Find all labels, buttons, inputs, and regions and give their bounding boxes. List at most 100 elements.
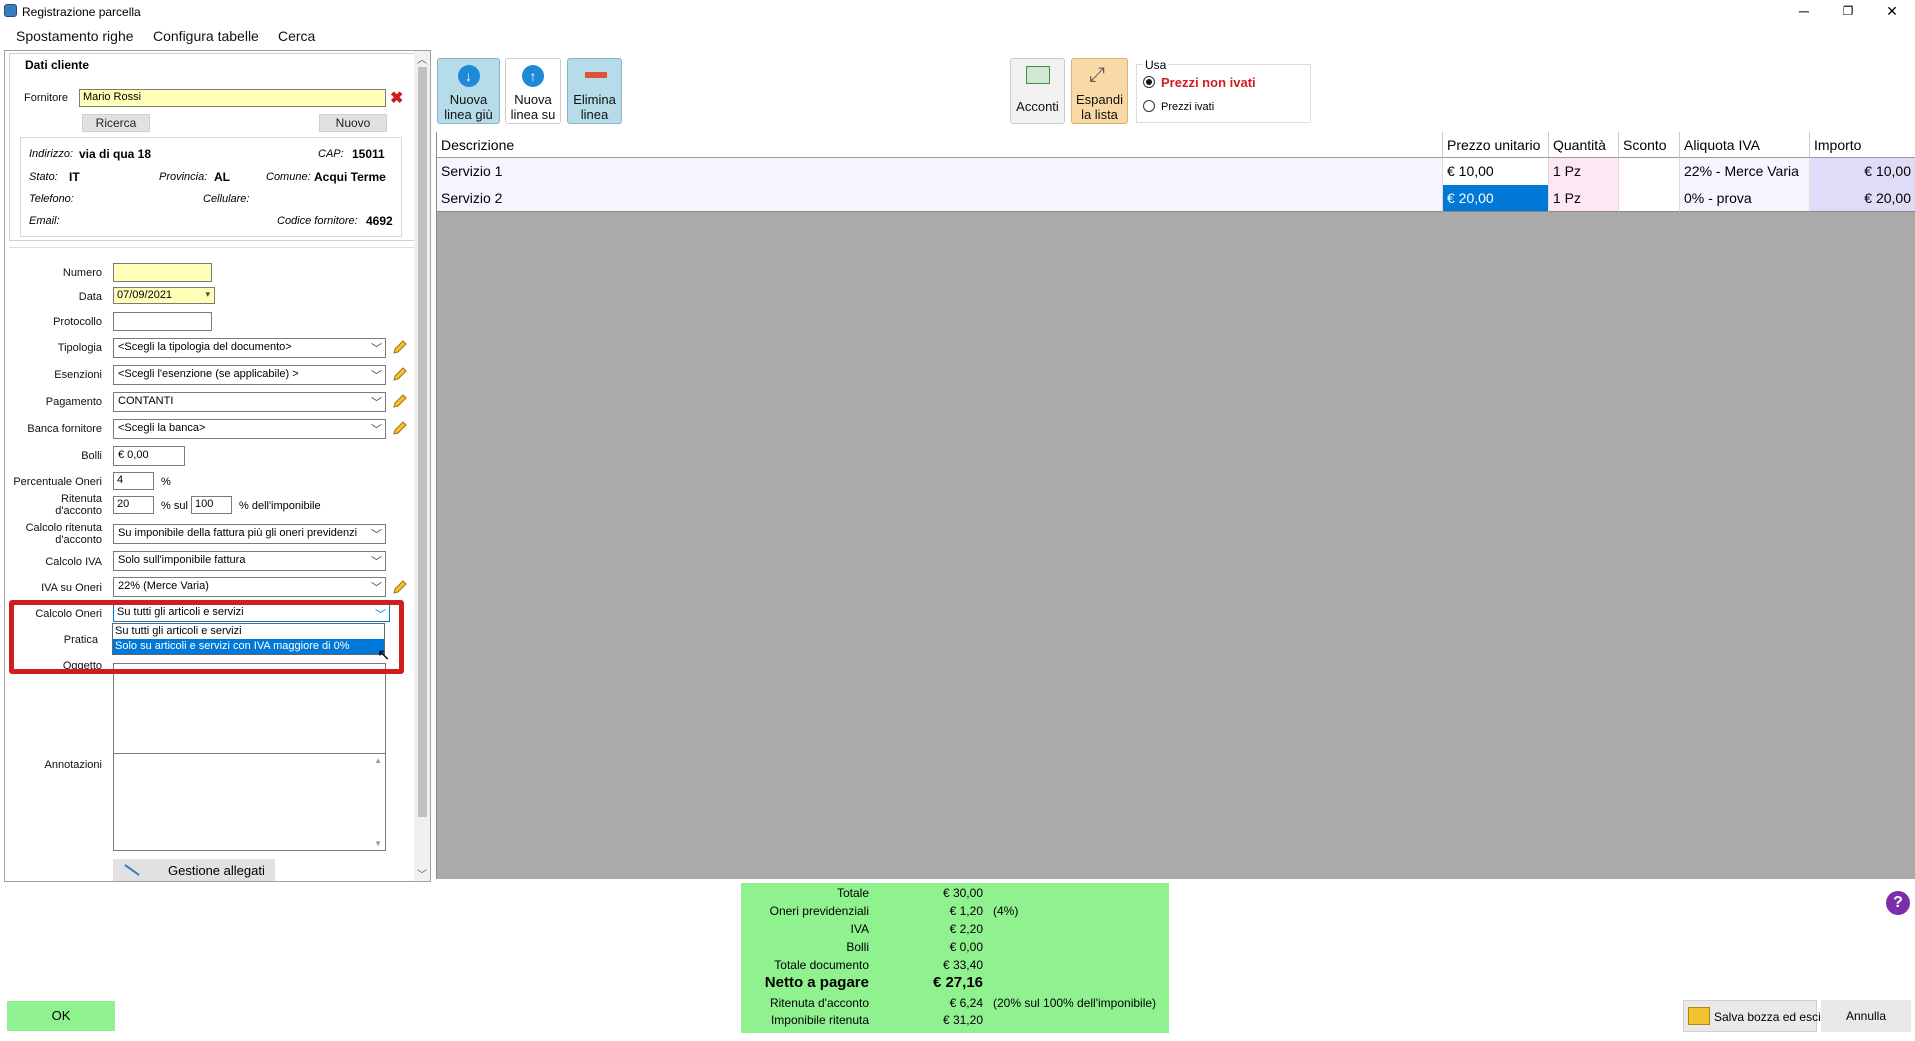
table-cell[interactable] <box>1619 158 1680 185</box>
annulla-button[interactable]: Annulla <box>1821 1000 1911 1032</box>
menu-spostamento-righe[interactable]: Spostamento righe <box>16 28 134 44</box>
scrollbar-thumb[interactable] <box>418 67 427 817</box>
table-cell[interactable]: Servizio 2 <box>437 185 1443 212</box>
banca-label: Banca fornitore <box>27 423 102 435</box>
calcolo-iva-select[interactable]: Solo sull'imponibile fattura ﹀ <box>113 551 386 571</box>
esenzioni-select[interactable]: <Scegli l'esenzione (se applicabile) > ﹀ <box>113 365 386 385</box>
calendar-dropdown-icon[interactable]: ▾ <box>205 289 210 300</box>
table-cell-selected[interactable]: € 20,00 <box>1443 185 1549 212</box>
tipologia-label: Tipologia <box>57 342 102 354</box>
bolli-label: Bolli <box>81 450 102 462</box>
table-cell[interactable]: 0% - prova <box>1680 185 1810 212</box>
nuova-linea-giu-label: Nuova linea giù <box>438 92 499 122</box>
oneri-note: (4%) <box>993 904 1019 918</box>
nuovo-button[interactable]: Nuovo <box>319 114 387 132</box>
scroll-down-icon[interactable]: ﹀ <box>417 866 427 881</box>
salva-bozza-button[interactable]: Salva bozza ed esci <box>1683 1000 1821 1032</box>
iva-value: € 2,20 <box>949 922 983 936</box>
table-cell[interactable]: € 10,00 <box>1443 158 1549 185</box>
prezzi-ivati-label[interactable]: Prezzi ivati <box>1161 101 1214 113</box>
nuova-linea-giu-button[interactable]: ↓ Nuova linea giù <box>437 58 500 124</box>
data-input[interactable]: 07/09/2021 ▾ <box>113 287 215 304</box>
radio-prezzi-ivati[interactable] <box>1143 100 1155 112</box>
client-section-title: Dati cliente <box>25 58 90 72</box>
annotazioni-label: Annotazioni <box>44 759 103 771</box>
usa-label: Usa <box>1143 58 1169 72</box>
chevron-down-icon: ﹀ <box>371 424 382 436</box>
totale-value: € 30,00 <box>942 886 983 900</box>
numero-input[interactable] <box>113 263 212 282</box>
nuova-linea-giu-label-line2: linea giù <box>444 107 493 122</box>
ok-button[interactable]: OK <box>7 1001 115 1031</box>
iva-oneri-label: IVA su Oneri <box>41 582 102 594</box>
cap-value: 15011 <box>352 147 385 161</box>
nuova-linea-su-button[interactable]: ↑ Nuova linea su <box>505 58 561 124</box>
fornitore-input[interactable]: Mario Rossi <box>79 89 386 107</box>
menu-cerca[interactable]: Cerca <box>278 28 315 44</box>
chevron-down-icon: ﹀ <box>371 370 382 382</box>
gestione-allegati-button[interactable]: Gestione allegati <box>113 859 275 881</box>
help-icon[interactable]: ? <box>1886 891 1910 915</box>
edit-iva-oneri-icon[interactable] <box>392 579 408 595</box>
elimina-linea-label-line1: Elimina <box>573 92 616 107</box>
chevron-down-icon: ﹀ <box>371 397 382 409</box>
menu-configura-tabelle[interactable]: Configura tabelle <box>153 28 259 44</box>
scroll-up-icon[interactable]: ▲ <box>374 756 382 765</box>
pagamento-select[interactable]: CONTANTI ﹀ <box>113 392 386 412</box>
ritenuta-input[interactable]: 20 <box>113 496 154 514</box>
imponibile-ritenuta-label: Imponibile ritenuta <box>770 1013 869 1027</box>
table-cell[interactable]: € 20,00 <box>1810 185 1915 212</box>
left-panel-scrollbar[interactable]: ︿ ﹀ <box>414 51 430 881</box>
table-cell[interactable]: € 10,00 <box>1810 158 1915 185</box>
edit-banca-icon[interactable] <box>392 420 408 436</box>
protocollo-label: Protocollo <box>53 316 102 328</box>
edit-tipologia-icon[interactable] <box>392 339 408 355</box>
calcolo-ritenuta-select[interactable]: Su imponibile della fattura più gli oner… <box>113 524 386 544</box>
elimina-linea-label: Elimina linea <box>568 92 621 122</box>
sul-label: % sul <box>161 500 188 512</box>
numero-label: Numero <box>62 267 102 279</box>
cap-label: CAP: <box>318 148 344 160</box>
table-cell[interactable]: 22% - Merce Varia <box>1680 158 1810 185</box>
edit-esenzioni-icon[interactable] <box>392 366 408 382</box>
scroll-up-icon[interactable]: ︿ <box>417 51 427 66</box>
edit-pagamento-icon[interactable] <box>392 393 408 409</box>
left-panel: Dati cliente Fornitore Mario Rossi ✖ Ric… <box>4 50 431 882</box>
imponibile-label: % dell'imponibile <box>239 500 321 512</box>
nuova-linea-su-label: Nuova linea su <box>506 92 560 122</box>
table-cell[interactable]: 1 Pz <box>1549 185 1619 212</box>
annotazioni-textarea[interactable]: ▲ ▼ <box>113 753 386 851</box>
header-descrizione[interactable]: Descrizione <box>437 132 1443 158</box>
percentuale-oneri-input[interactable]: 4 <box>113 472 154 490</box>
radio-prezzi-non-ivati[interactable] <box>1143 76 1155 88</box>
espandi-lista-button[interactable]: ⤢ Espandi la lista <box>1071 58 1128 124</box>
prezzi-non-ivati-label[interactable]: Prezzi non ivati <box>1161 75 1256 90</box>
ritenuta-total-note: (20% sul 100% dell'imponibile) <box>993 996 1157 1010</box>
cellulare-label: Cellulare: <box>203 193 250 205</box>
header-sconto[interactable]: Sconto <box>1619 132 1680 158</box>
folder-icon <box>1688 1007 1710 1025</box>
tipologia-select[interactable]: <Scegli la tipologia del documento> ﹀ <box>113 338 386 358</box>
header-quantita[interactable]: Quantità <box>1549 132 1619 158</box>
header-aliquota-iva[interactable]: Aliquota IVA <box>1680 132 1810 158</box>
minimize-button[interactable]: ─ <box>1782 0 1826 24</box>
ricerca-button[interactable]: Ricerca <box>82 114 150 132</box>
table-cell[interactable] <box>1619 185 1680 212</box>
header-prezzo-unitario[interactable]: Prezzo unitario <box>1443 132 1549 158</box>
acconti-button[interactable]: Acconti <box>1010 58 1065 124</box>
bolli-input[interactable]: € 0,00 <box>113 446 185 466</box>
iva-oneri-select[interactable]: 22% (Merce Varia) ﹀ <box>113 577 386 597</box>
header-importo[interactable]: Importo <box>1810 132 1915 158</box>
protocollo-input[interactable] <box>113 312 212 331</box>
elimina-linea-button[interactable]: Elimina linea <box>567 58 622 124</box>
clear-fornitore-icon[interactable]: ✖ <box>390 88 403 108</box>
banca-select[interactable]: <Scegli la banca> ﹀ <box>113 419 386 439</box>
data-value: 07/09/2021 <box>117 289 173 301</box>
table-cell[interactable]: Servizio 1 <box>437 158 1443 185</box>
scroll-down-icon[interactable]: ▼ <box>374 839 382 848</box>
table-cell[interactable]: 1 Pz <box>1549 158 1619 185</box>
close-button[interactable]: ✕ <box>1870 0 1914 24</box>
money-icon <box>1026 66 1050 84</box>
restore-button[interactable]: ❐ <box>1826 0 1870 24</box>
ritenuta-base-input[interactable]: 100 <box>191 496 232 514</box>
